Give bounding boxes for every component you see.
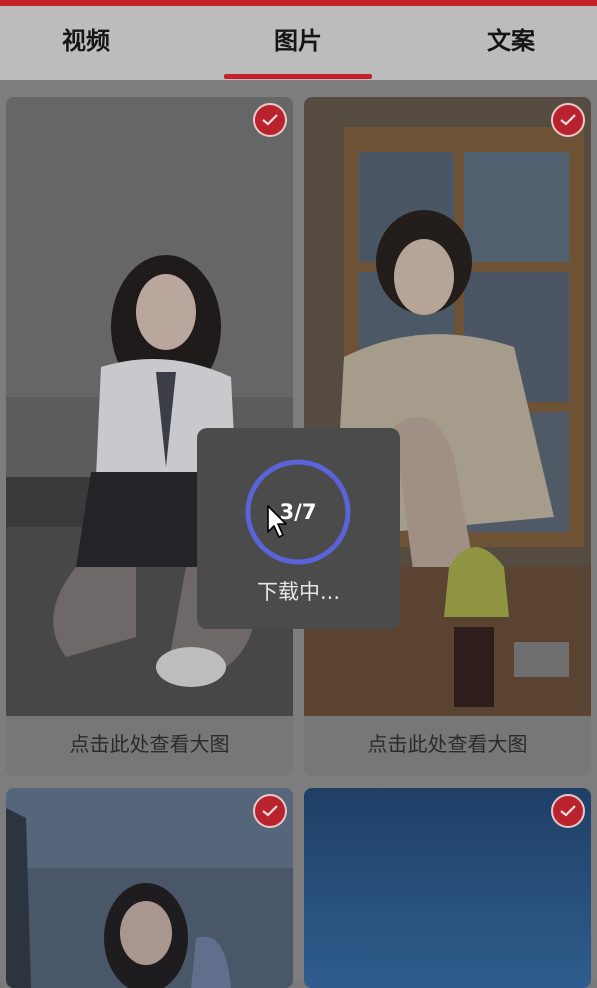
photo-thumbnail[interactable] <box>6 788 293 988</box>
selected-check-icon[interactable] <box>253 794 287 828</box>
photo-thumbnail[interactable] <box>304 788 591 988</box>
tab-images[interactable]: 图片 <box>212 6 384 80</box>
download-status-text: 下载中... <box>256 580 341 604</box>
download-progress-dialog: 3/7 下载中... <box>197 428 400 629</box>
tab-copywriting[interactable]: 文案 <box>425 6 597 80</box>
view-large-image-link[interactable]: 点击此处查看大图 <box>6 716 293 776</box>
selected-check-icon[interactable] <box>551 103 585 137</box>
photo-blue-sky <box>304 788 591 988</box>
mouse-pointer-icon <box>267 505 287 538</box>
image-card[interactable] <box>6 788 293 988</box>
photo-girl-outdoor <box>6 788 293 988</box>
image-grid: 点击此处查看大图 点击此处查看大图 3/7 下载中... <box>0 80 597 988</box>
image-card[interactable] <box>304 788 591 988</box>
active-tab-indicator <box>224 74 372 79</box>
selected-check-icon[interactable] <box>551 794 585 828</box>
view-large-image-link[interactable]: 点击此处查看大图 <box>304 716 591 776</box>
tab-bar: 视频 图片 文案 <box>0 6 597 80</box>
tab-video[interactable]: 视频 <box>0 6 172 80</box>
selected-check-icon[interactable] <box>253 103 287 137</box>
download-progress-count: 3/7 <box>279 500 317 524</box>
